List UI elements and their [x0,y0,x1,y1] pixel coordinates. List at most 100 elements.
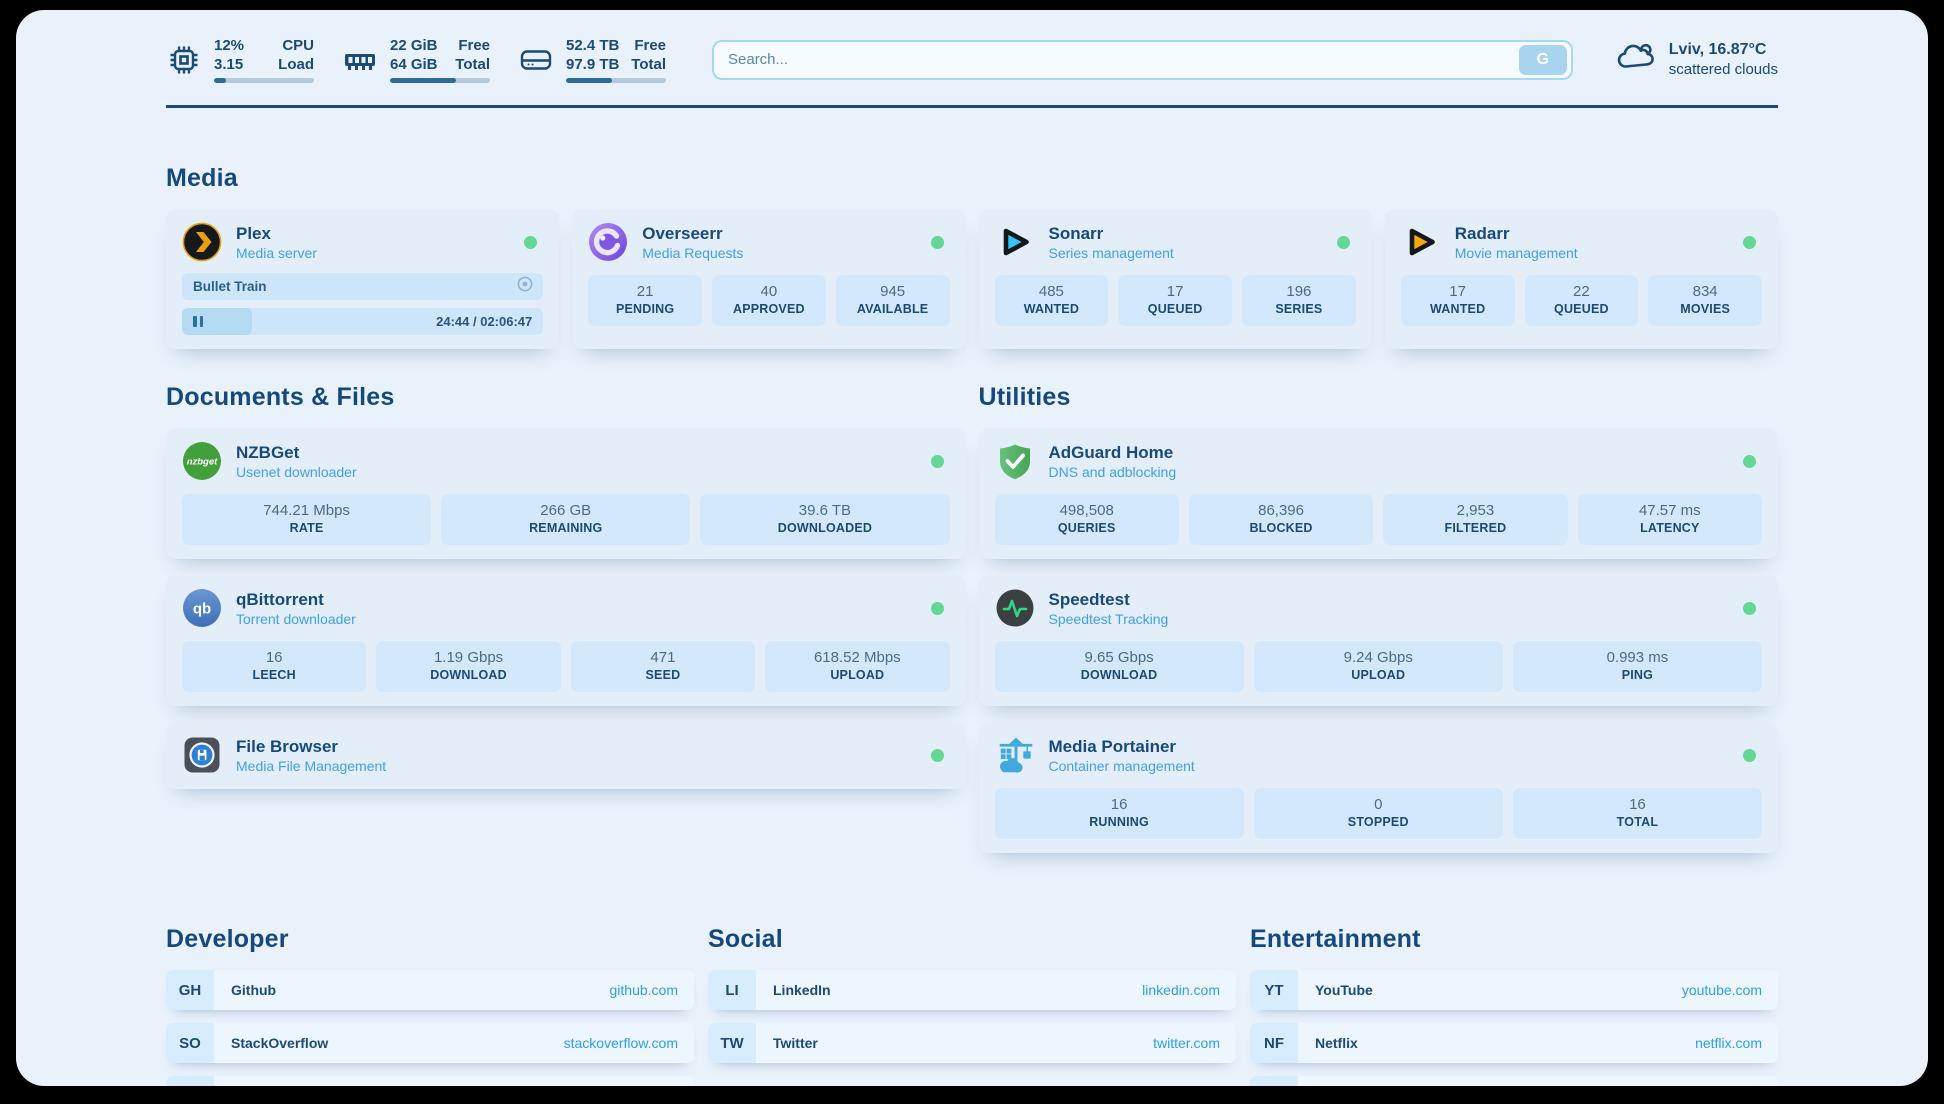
cast-icon[interactable] [516,275,534,298]
bookmark-tag: DT [166,1076,214,1086]
stat-queries: 498,508QUERIES [995,494,1179,545]
bookmark-stackoverflow[interactable]: SO StackOverflow stackoverflow.com [166,1023,694,1063]
app-card-qbittorrent[interactable]: qb qBittorrent Torrent downloader 16LEEC… [166,575,966,706]
app-card-radarr[interactable]: Radarr Movie management 17WANTED 22QUEUE… [1385,209,1778,349]
app-card-portainer[interactable]: Media Portainer Container management 16R… [979,722,1779,853]
dashboard-page: 12% CPU 3.15 Load [16,10,1928,1086]
storage-free-label: Free [631,36,666,55]
filebrowser-icon [182,735,222,775]
bookmark-github[interactable]: GH Github github.com [166,970,694,1010]
media-card-row: Plex Media server Bullet Train [166,209,1778,349]
stat-leech: 16LEECH [182,641,366,692]
app-subtitle: Series management [1049,244,1323,262]
playback-time: 24:44 / 02:06:47 [436,314,532,329]
bookmark-url: netflix.com [1695,1035,1762,1051]
bookmark-tag: LI [708,970,756,1010]
app-title: File Browser [236,736,917,757]
bookmark-url: twitter.com [1153,1035,1220,1051]
stat-queued: 22QUEUED [1525,275,1639,326]
section-title-developer: Developer [166,925,694,954]
radarr-icon [1401,222,1441,262]
bookmark-tag: YT [1250,970,1298,1010]
bookmark-dev[interactable]: DT DEV dev.to [166,1076,694,1086]
app-card-adguard[interactable]: AdGuard Home DNS and adblocking 498,508Q… [979,428,1779,559]
stat-rate: 744.21 MbpsRATE [182,494,431,545]
app-card-plex[interactable]: Plex Media server Bullet Train [166,209,559,349]
topbar: 12% CPU 3.15 Load [166,36,1778,83]
section-title-utilities: Utilities [979,383,1779,412]
status-dot [1743,749,1756,762]
storage-total-label: Total [631,55,666,74]
cpu-progress-bar [214,78,314,83]
cpu-load-label: Load [278,55,314,74]
bookmark-reddit[interactable]: RE Reddit reddit.com [1250,1076,1778,1086]
weather-condition: scattered clouds [1669,60,1778,80]
app-subtitle: Movie management [1455,244,1729,262]
app-subtitle: Media File Management [236,757,917,775]
header-divider [166,105,1778,108]
stat-seed: 471SEED [571,641,755,692]
stat-series: 196SERIES [1242,275,1356,326]
entertainment-column: Entertainment YT YouTube youtube.com NF … [1250,925,1778,1086]
stat-total: 16TOTAL [1513,788,1762,839]
app-title: Sonarr [1049,223,1323,244]
search-bar: G [712,40,1573,80]
memory-free: 22 GiB [390,36,438,55]
stat-download: 9.65 GbpsDOWNLOAD [995,641,1244,692]
qbittorrent-icon: qb [182,588,222,628]
app-card-speedtest[interactable]: Speedtest Speedtest Tracking 9.65 GbpsDO… [979,575,1779,706]
pause-icon [193,316,203,327]
search-provider-button[interactable]: G [1519,45,1567,75]
weather-location-temp: Lviv, 16.87°C [1669,40,1778,60]
app-card-sonarr[interactable]: Sonarr Series management 485WANTED 17QUE… [979,209,1372,349]
status-dot [931,455,944,468]
stat-approved: 40APPROVED [712,275,826,326]
cpu-percent: 12% [214,36,244,55]
portainer-icon [995,735,1035,775]
bookmark-twitter[interactable]: TW Twitter twitter.com [708,1023,1236,1063]
stat-latency: 47.57 msLATENCY [1578,494,1762,545]
section-title-media: Media [166,164,1778,193]
app-card-nzbget[interactable]: nzbget NZBGet Usenet downloader 744.21 M… [166,428,966,559]
app-subtitle: Speedtest Tracking [1049,610,1730,628]
status-dot [1743,455,1756,468]
app-title: Media Portainer [1049,736,1730,757]
stat-queued: 17QUEUED [1118,275,1232,326]
speedtest-icon [995,588,1035,628]
stat-remaining: 266 GBREMAINING [441,494,690,545]
status-dot [931,236,944,249]
section-title-entertainment: Entertainment [1250,925,1778,954]
search-input[interactable] [714,51,1519,68]
app-card-filebrowser[interactable]: File Browser Media File Management [166,722,966,789]
stat-wanted: 17WANTED [1401,275,1515,326]
app-subtitle: Torrent downloader [236,610,917,628]
stat-filtered: 2,953FILTERED [1383,494,1567,545]
developer-column: Developer GH Github github.com SO StackO… [166,925,694,1086]
stat-download: 1.19 GbpsDOWNLOAD [376,641,560,692]
app-subtitle: Media Requests [642,244,916,262]
bookmark-name: Twitter [773,1035,1153,1051]
bookmark-tag: TW [708,1023,756,1063]
bookmark-netflix[interactable]: NF Netflix netflix.com [1250,1023,1778,1063]
bookmark-name: StackOverflow [231,1035,564,1051]
app-card-overseerr[interactable]: Overseerr Media Requests 21PENDING 40APP… [572,209,965,349]
disk-icon [518,42,554,78]
bookmark-name: LinkedIn [773,982,1142,998]
stat-wanted: 485WANTED [995,275,1109,326]
status-dot [1743,236,1756,249]
utilities-column: Utilities AdGuard [979,383,1779,869]
cpu-icon [166,42,202,78]
overseerr-icon [588,222,628,262]
ram-icon [342,42,378,78]
bookmark-url: github.com [610,982,678,998]
bookmark-linkedin[interactable]: LI LinkedIn linkedin.com [708,970,1236,1010]
memory-progress-bar [390,78,490,83]
app-title: Speedtest [1049,589,1730,610]
stat-ping: 0.993 msPING [1513,641,1762,692]
metric-memory: 22 GiB Free 64 GiB Total [342,36,490,83]
bookmark-url: linkedin.com [1142,982,1220,998]
stat-stopped: 0STOPPED [1254,788,1503,839]
app-subtitle: Container management [1049,757,1730,775]
bookmark-youtube[interactable]: YT YouTube youtube.com [1250,970,1778,1010]
app-title: qBittorrent [236,589,917,610]
